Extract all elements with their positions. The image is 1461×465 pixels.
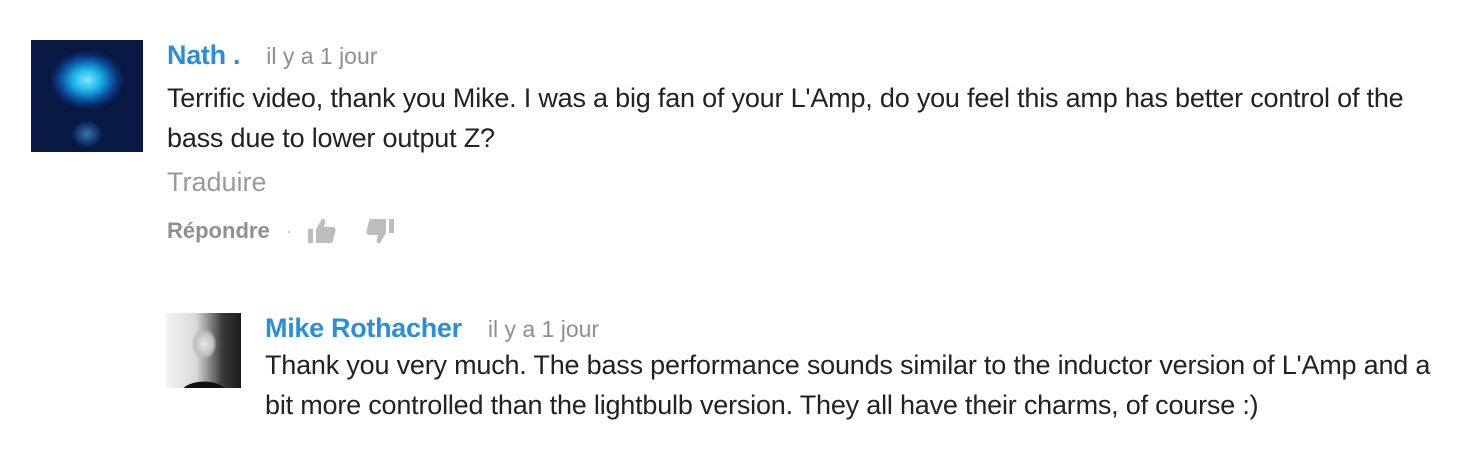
reply-header: Mike Rothacher il y a 1 jour (265, 313, 1435, 345)
comment-body: Nath . il y a 1 jour Terrific video, tha… (167, 40, 1407, 248)
comment-actions: Répondre · (167, 214, 1407, 248)
reply-item: Mike Rothacher il y a 1 jour Thank you v… (166, 313, 1435, 425)
avatar[interactable] (31, 40, 143, 152)
reply-author-link[interactable]: Mike Rothacher (265, 313, 462, 344)
comment-header: Nath . il y a 1 jour (167, 40, 1407, 78)
separator-dot: · (285, 220, 292, 241)
comment-item: Nath . il y a 1 jour Terrific video, tha… (31, 40, 1407, 248)
comment-timestamp[interactable]: il y a 1 jour (266, 43, 377, 70)
comment-text: Terrific video, thank you Mike. I was a … (167, 83, 1404, 153)
avatar[interactable] (166, 313, 241, 388)
reply-body: Mike Rothacher il y a 1 jour Thank you v… (265, 313, 1435, 425)
comment-author-link[interactable]: Nath . (167, 40, 241, 71)
reply-timestamp[interactable]: il y a 1 jour (488, 316, 599, 343)
reply-button[interactable]: Répondre (167, 218, 270, 244)
thumbs-down-icon[interactable] (364, 215, 396, 247)
thumbs-up-icon[interactable] (306, 215, 338, 247)
translate-link[interactable]: Traduire (167, 162, 1407, 202)
comments-page: Nath . il y a 1 jour Terrific video, tha… (0, 0, 1461, 465)
reply-text: Thank you very much. The bass performanc… (265, 350, 1431, 420)
